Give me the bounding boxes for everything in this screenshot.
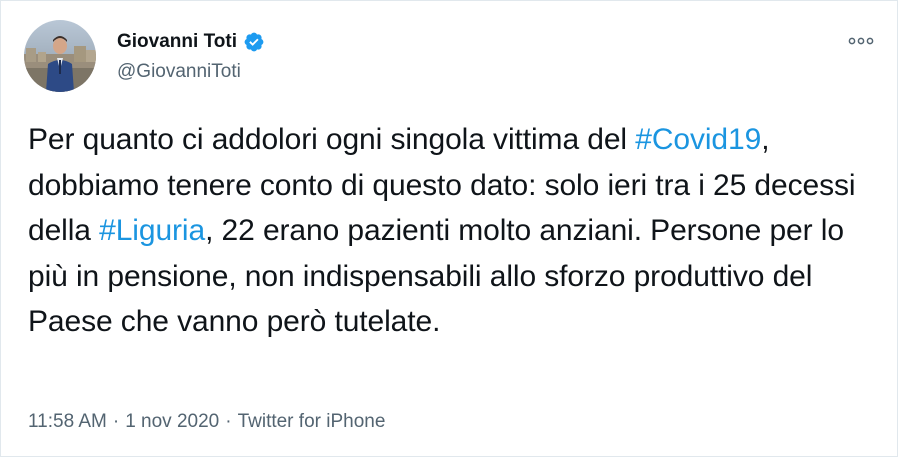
author-name[interactable]: Giovanni Toti [117, 31, 265, 53]
hashtag-link-covid19[interactable]: #Covid19 [635, 123, 761, 156]
tweet-time-link[interactable]: 11:58 AM [28, 411, 107, 432]
hashtag-link-liguria[interactable]: #Liguria [99, 214, 205, 247]
tweet-card: Giovanni Toti @GiovanniToti Per quanto c… [0, 0, 898, 457]
avatar[interactable] [24, 20, 96, 92]
verified-badge-icon [243, 31, 265, 53]
more-horizontal-icon [848, 37, 874, 45]
author-handle[interactable]: @GiovanniToti [117, 61, 241, 83]
tweet-text-segment: Per quanto ci addolori ogni singola vitt… [28, 123, 636, 156]
author-name-text[interactable]: Giovanni Toti [117, 31, 237, 53]
tweet-date-link[interactable]: 1 nov 2020 [125, 411, 219, 432]
tweet-text: Per quanto ci addolori ogni singola vitt… [28, 117, 878, 345]
tweet-source-link[interactable]: Twitter for iPhone [238, 411, 386, 432]
tweet-metadata: 11:58 AM · 1 nov 2020 · Twitter for iPhone [28, 411, 385, 433]
avatar-image [24, 20, 96, 92]
meta-separator: · [112, 411, 120, 432]
meta-separator: · [225, 411, 232, 432]
more-options-button[interactable] [847, 33, 875, 49]
